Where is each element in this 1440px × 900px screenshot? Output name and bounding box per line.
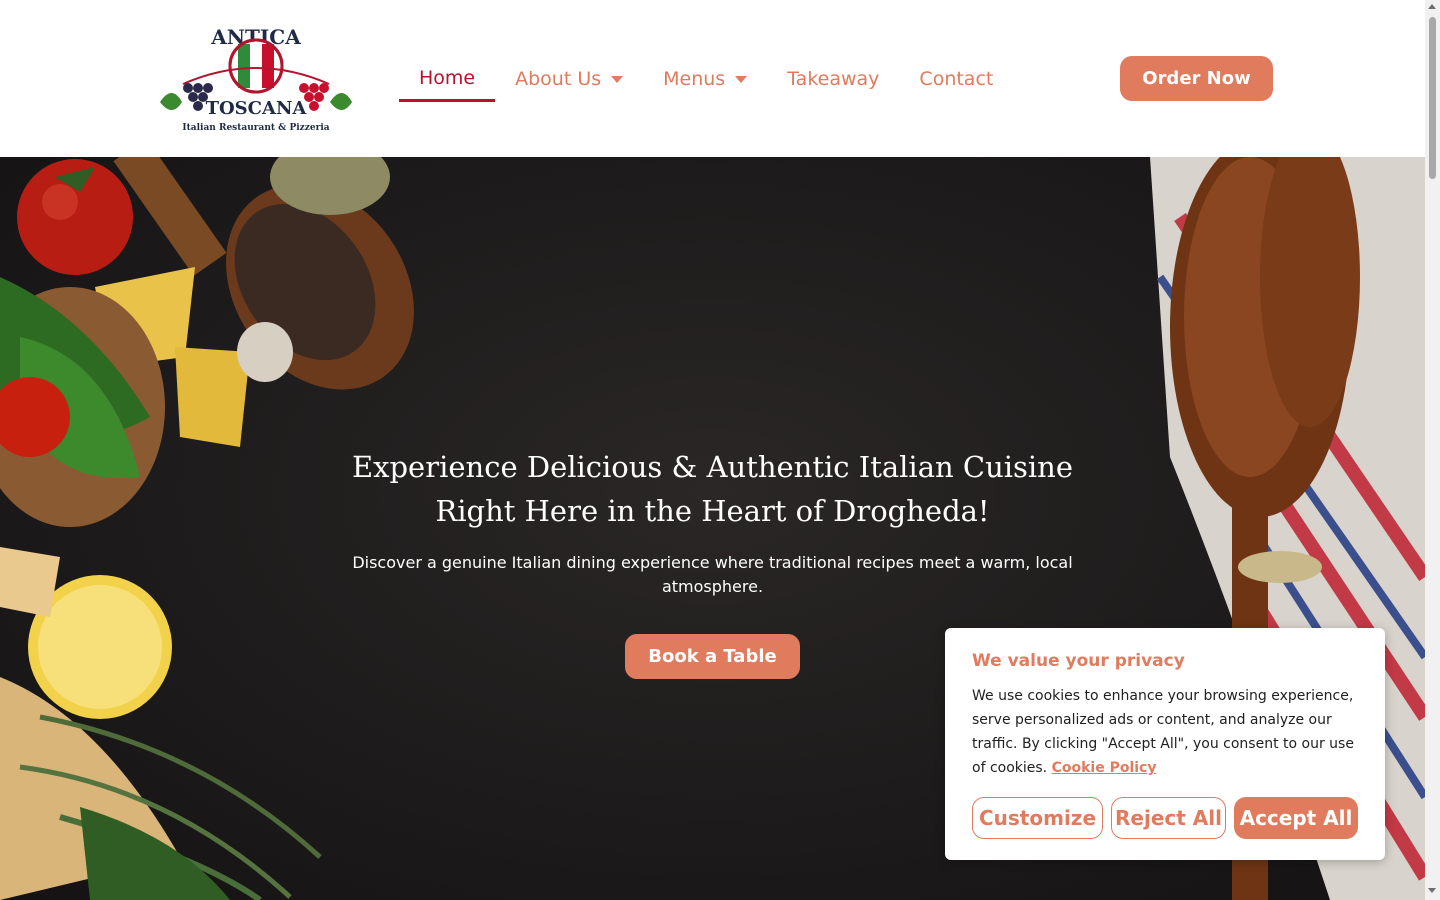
cookie-text: We use cookies to enhance your browsing …: [972, 684, 1358, 780]
caret-down-icon: [735, 75, 748, 83]
cookie-consent-banner: We value your privacy We use cookies to …: [945, 628, 1385, 860]
site-header: ANTICA TOSCANA Italian Restaurant & Pizz…: [0, 0, 1425, 157]
cookie-body: We use cookies to enhance your browsing …: [972, 688, 1354, 776]
nav-item-about-us[interactable]: About Us: [515, 56, 624, 102]
cookie-title: We value your privacy: [972, 651, 1185, 671]
nav-item-label: Home: [419, 66, 476, 89]
hero-subtext: Discover a genuine Italian dining experi…: [352, 553, 1073, 596]
nav-item-menus[interactable]: Menus: [663, 56, 748, 102]
nav-item-home[interactable]: Home: [399, 56, 496, 102]
nav-item-contact[interactable]: Contact: [919, 56, 993, 102]
main-nav: Home About Us Menus Takeaway Contact: [399, 56, 1033, 102]
nav-item-label: Menus: [663, 68, 726, 90]
order-now-button[interactable]: Order Now: [1120, 56, 1273, 101]
cookie-actions: Customize Reject All Accept All: [972, 797, 1358, 839]
book-a-table-button[interactable]: Book a Table: [625, 634, 800, 679]
accept-all-button[interactable]: Accept All: [1234, 797, 1358, 839]
scroll-up-arrow-icon[interactable]: [1428, 4, 1436, 9]
nav-item-takeaway[interactable]: Takeaway: [787, 56, 879, 102]
customize-button[interactable]: Customize: [972, 797, 1103, 839]
nav-item-label: Contact: [919, 68, 994, 90]
hero-headline: Experience Delicious & Authentic Italian…: [0, 445, 1425, 533]
hero-headline-line1: Experience Delicious & Authentic Italian…: [351, 450, 1074, 484]
cookie-policy-link[interactable]: Cookie Policy: [1052, 760, 1157, 776]
scroll-down-arrow-icon[interactable]: [1428, 888, 1436, 893]
caret-down-icon: [611, 75, 624, 83]
logo-bottom-text: Italian Restaurant & Pizzeria: [182, 123, 329, 133]
page-scrollbar[interactable]: [1425, 0, 1440, 900]
reject-all-button[interactable]: Reject All: [1111, 797, 1226, 839]
nav-item-label: About Us: [515, 68, 602, 90]
scrollbar-thumb[interactable]: [1429, 17, 1436, 179]
logo-middle-text: TOSCANA: [206, 98, 308, 119]
hero-headline-line2: Right Here in the Heart of Drogheda!: [435, 494, 990, 528]
restaurant-logo[interactable]: ANTICA TOSCANA Italian Restaurant & Pizz…: [158, 22, 354, 136]
nav-item-label: Takeaway: [787, 68, 880, 90]
